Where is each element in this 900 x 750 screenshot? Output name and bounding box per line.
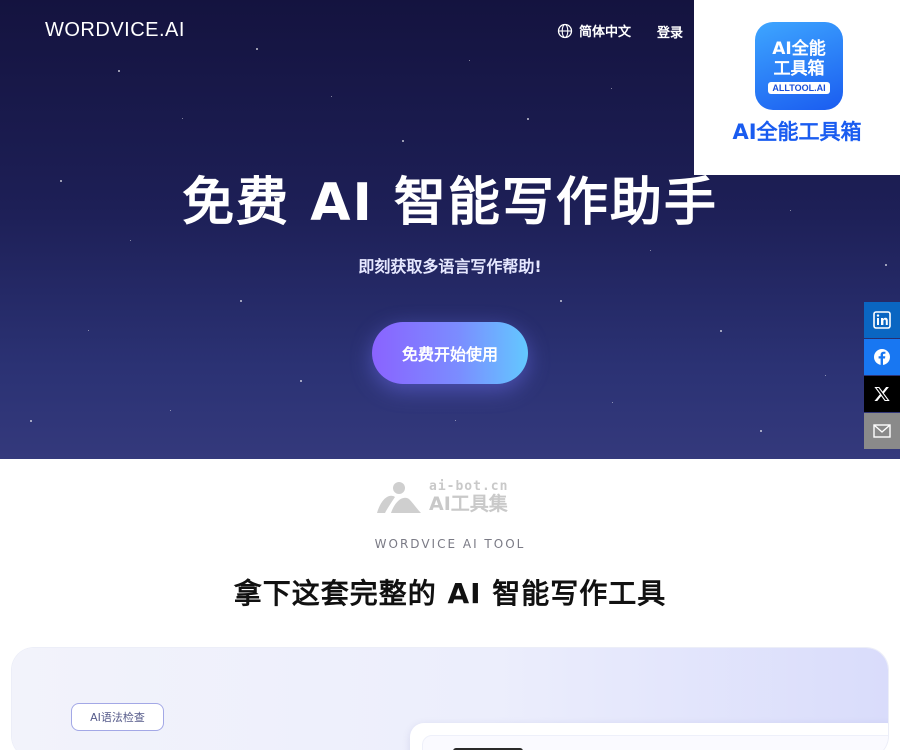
globe-icon — [557, 23, 573, 38]
star-decoration — [720, 330, 722, 332]
grammar-check-tag[interactable]: AI语法检查 — [71, 703, 164, 731]
mail-icon — [873, 424, 891, 438]
feature-card: AI语法检查 — [12, 648, 888, 750]
star-decoration — [182, 118, 183, 119]
x-icon — [874, 386, 890, 402]
badge-icon-domain: ALLTOOL.AI — [768, 81, 830, 94]
star-decoration — [300, 380, 302, 382]
star-decoration — [455, 420, 456, 421]
hero-subtitle: 即刻获取多语言写作帮助! — [358, 257, 542, 276]
language-label: 简体中文 — [579, 25, 632, 40]
star-decoration — [240, 300, 242, 302]
language-selector[interactable]: 简体中文 — [557, 21, 631, 40]
star-decoration — [256, 48, 258, 50]
badge-icon-line1: AI全能 — [772, 38, 826, 59]
star-decoration — [760, 430, 762, 432]
star-decoration — [469, 60, 470, 61]
badge-label: AI全能工具箱 — [732, 120, 862, 144]
star-decoration — [130, 240, 131, 241]
watermark: ai-bot.cn AI工具集 — [375, 479, 508, 515]
star-decoration — [527, 118, 529, 120]
alltool-badge[interactable]: AI全能 工具箱 ALLTOOL.AI AI全能工具箱 — [694, 0, 900, 175]
star-decoration — [30, 420, 32, 422]
editor-preview-inner — [422, 735, 888, 750]
star-decoration — [402, 140, 404, 142]
star-decoration — [560, 300, 562, 302]
star-decoration — [331, 96, 332, 97]
star-decoration — [612, 402, 613, 403]
start-free-button[interactable]: 免费开始使用 — [372, 322, 528, 384]
ai-bot-logo-icon — [377, 482, 421, 513]
star-decoration — [825, 375, 826, 376]
star-decoration — [650, 250, 651, 251]
star-decoration — [88, 330, 89, 331]
watermark-name: AI工具集 — [429, 493, 508, 515]
login-link[interactable]: 登录 — [657, 22, 683, 41]
watermark-domain: ai-bot.cn — [429, 479, 509, 494]
share-x-button[interactable] — [864, 376, 900, 412]
star-decoration — [611, 88, 612, 89]
share-email-button[interactable] — [864, 413, 900, 449]
alltool-app-icon: AI全能 工具箱 ALLTOOL.AI — [755, 22, 843, 110]
section-title: 拿下这套完整的 AI 智能写作工具 — [233, 577, 667, 610]
linkedin-icon — [873, 311, 891, 329]
share-linkedin-button[interactable] — [864, 302, 900, 338]
site-logo[interactable]: WORDVICE.AI — [45, 19, 185, 42]
badge-icon-line2: 工具箱 — [773, 58, 825, 79]
section-eyebrow: WORDVICE AI TOOL — [374, 537, 526, 551]
star-decoration — [170, 410, 171, 411]
star-decoration — [118, 70, 120, 72]
share-facebook-button[interactable] — [864, 339, 900, 375]
facebook-icon — [874, 349, 890, 365]
editor-preview — [410, 723, 888, 750]
